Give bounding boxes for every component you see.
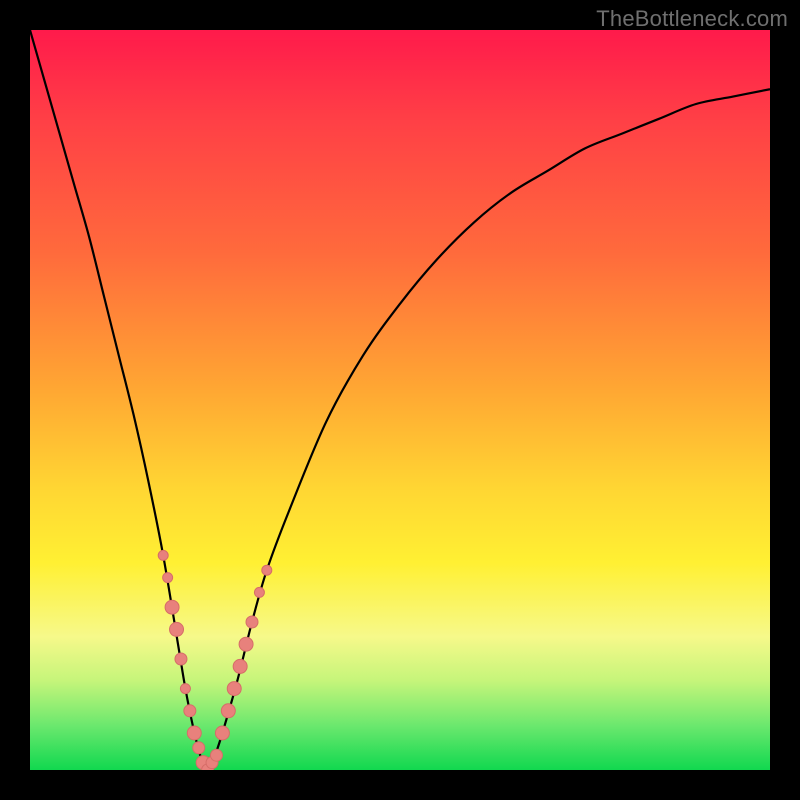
curve-svg	[30, 30, 770, 770]
marker-dot	[227, 682, 241, 696]
marker-dot	[210, 749, 222, 761]
marker-dot	[262, 565, 272, 575]
marker-dot	[193, 742, 205, 754]
marker-dot	[163, 573, 173, 583]
marker-dot	[202, 764, 214, 770]
marker-group	[158, 550, 272, 770]
marker-dot	[246, 616, 258, 628]
marker-dot	[206, 757, 218, 769]
marker-dot	[215, 726, 229, 740]
marker-dot	[184, 705, 196, 717]
marker-dot	[170, 622, 184, 636]
chart-frame: TheBottleneck.com	[0, 0, 800, 800]
marker-dot	[158, 550, 168, 560]
bottleneck-curve	[30, 30, 770, 770]
watermark-text: TheBottleneck.com	[596, 6, 788, 32]
marker-dot	[233, 659, 247, 673]
marker-dot	[180, 684, 190, 694]
marker-dot	[239, 637, 253, 651]
marker-dot	[221, 704, 235, 718]
plot-area	[30, 30, 770, 770]
marker-dot	[175, 653, 187, 665]
marker-dot	[254, 587, 264, 597]
marker-dot	[165, 600, 179, 614]
marker-dot	[196, 756, 210, 770]
marker-dot	[187, 726, 201, 740]
